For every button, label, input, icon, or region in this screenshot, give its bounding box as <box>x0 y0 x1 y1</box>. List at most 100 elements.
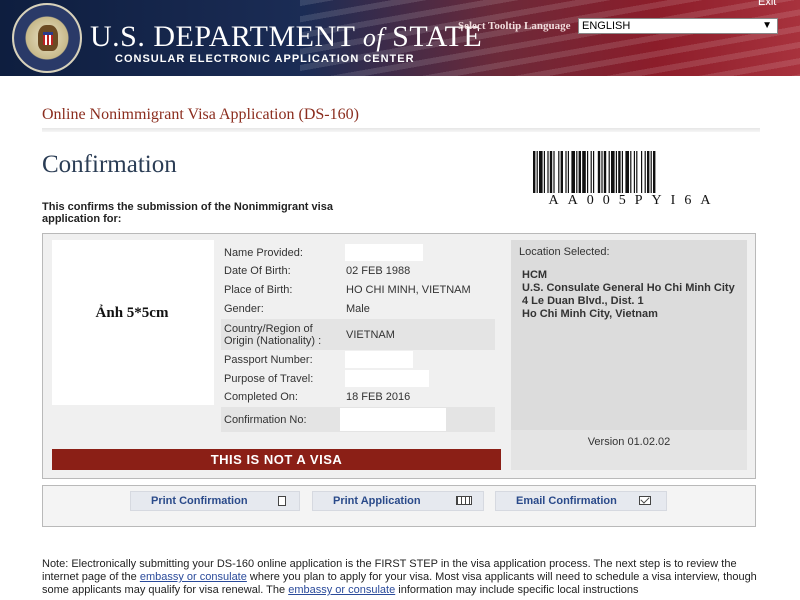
embassy-link[interactable]: embassy or consulate <box>288 584 395 596</box>
barcode-bar <box>565 151 567 193</box>
barcode-bar <box>567 151 569 193</box>
barcode-bar <box>560 151 563 193</box>
title-prefix: U.S. DEPARTMENT <box>90 20 355 53</box>
field-row-birthplace: Place of Birth: HO CHI MINH, VIETNAM <box>221 281 495 300</box>
site-header: U.S. DEPARTMENT of STATE CONSULAR ELECTR… <box>0 0 800 76</box>
field-label: Confirmation No: <box>224 414 307 426</box>
field-row-passport: Passport Number: <box>221 350 495 369</box>
department-seal-icon <box>12 3 82 73</box>
field-label: Name Provided: <box>224 247 303 259</box>
barcode-bar <box>630 151 632 193</box>
print-confirmation-button[interactable]: Print Confirmation <box>130 491 300 511</box>
barcode-bar <box>547 151 549 193</box>
field-value: 02 FEB 1988 <box>346 265 411 277</box>
button-label: Print Application <box>333 495 421 507</box>
application-title: Online Nonimmigrant Visa Application (DS… <box>42 106 359 123</box>
not-a-visa-banner: THIS IS NOT A VISA <box>52 449 501 470</box>
barcode-bar <box>539 151 543 193</box>
barcode-bar <box>641 151 643 193</box>
tooltip-language-label: Select Tooltip Language <box>458 20 571 32</box>
location-line: U.S. Consulate General Ho Chi Minh City <box>522 282 735 294</box>
redacted-passport <box>345 351 413 368</box>
field-value: 18 FEB 2016 <box>346 391 411 403</box>
barcode-bar <box>618 151 621 193</box>
barcode-bar <box>582 151 586 193</box>
photo-label: Ảnh 5*5cm <box>95 305 169 321</box>
field-label: Gender: <box>224 303 264 315</box>
barcode-bar <box>601 151 603 193</box>
field-value: Male <box>346 303 370 315</box>
field-row-completed: Completed On: 18 FEB 2016 <box>221 388 495 407</box>
barcode-bar <box>578 151 581 193</box>
barcode-bar <box>558 151 560 193</box>
redacted-confirmation-no <box>340 408 446 431</box>
button-label: Email Confirmation <box>516 495 617 507</box>
barcode-bar <box>603 151 607 193</box>
barcode-bar <box>571 151 575 193</box>
email-confirmation-button[interactable]: Email Confirmation <box>495 491 667 511</box>
department-title: U.S. DEPARTMENT of STATE <box>90 20 482 54</box>
field-row-confirmation-no: Confirmation No: <box>221 407 495 432</box>
barcode-bar <box>625 151 629 193</box>
title-divider <box>42 128 760 132</box>
barcode-graphic <box>533 151 656 193</box>
field-label: Purpose of Travel: <box>224 373 314 385</box>
barcode-bar <box>621 151 623 193</box>
barcode-bar <box>633 151 635 193</box>
redacted-purpose <box>345 370 429 387</box>
location-line: Ho Chi Minh City, Vietnam <box>522 308 658 320</box>
tooltip-language-select[interactable]: ENGLISH ▼ <box>578 18 778 34</box>
barcode-bar <box>576 151 578 193</box>
shield-shape <box>43 32 53 45</box>
barcode-bar <box>597 151 601 193</box>
center-subtitle: CONSULAR ELECTRONIC APPLICATION CENTER <box>115 53 415 65</box>
barcode-bar <box>615 151 617 193</box>
page-icon <box>278 496 286 506</box>
print-application-button[interactable]: Print Application <box>312 491 484 511</box>
field-value: VIETNAM <box>346 329 395 341</box>
page-title: Confirmation <box>42 151 177 178</box>
barcode-bar <box>553 151 555 193</box>
field-label: Completed On: <box>224 391 298 403</box>
barcode-bar <box>644 151 646 193</box>
embassy-link[interactable]: embassy or consulate <box>140 571 247 583</box>
applicant-info-table: Name Provided: Date Of Birth: 02 FEB 198… <box>221 243 495 432</box>
barcode-bar <box>533 151 536 193</box>
field-label: Date Of Birth: <box>224 265 291 277</box>
field-label: Place of Birth: <box>224 284 293 296</box>
barcode-bar <box>650 151 652 193</box>
barcode-bar <box>536 151 538 193</box>
barcode-bar <box>590 151 592 193</box>
barcode-bar <box>647 151 650 193</box>
field-row-purpose: Purpose of Travel: <box>221 369 495 388</box>
title-of: of <box>362 23 385 52</box>
language-value: ENGLISH <box>582 20 631 32</box>
field-row-dob: Date Of Birth: 02 FEB 1988 <box>221 262 495 281</box>
location-address: HCM U.S. Consulate General Ho Chi Minh C… <box>522 269 735 321</box>
barcode-bar <box>587 151 589 193</box>
barcode-bar <box>636 151 638 193</box>
field-row-gender: Gender: Male <box>221 300 495 319</box>
field-row-nationality: Country/Region of Origin (Nationality) :… <box>221 319 495 350</box>
book-icon <box>456 496 472 505</box>
location-panel: Location Selected: HCM U.S. Consulate Ge… <box>511 240 747 430</box>
barcode-bar <box>653 151 656 193</box>
exit-link[interactable]: Exit <box>758 0 776 8</box>
location-line: 4 Le Duan Blvd., Dist. 1 <box>522 295 644 307</box>
submission-note: Note: Electronically submitting your DS-… <box>42 558 762 597</box>
barcode-bar <box>611 151 615 193</box>
note-text: information may include specific local i… <box>395 584 639 596</box>
barcode-code: AA005PYI6A <box>548 193 720 208</box>
envelope-icon <box>639 496 651 505</box>
version-label: Version 01.02.02 <box>587 436 671 448</box>
barcode-bar <box>549 151 553 193</box>
field-label: Passport Number: <box>224 354 313 366</box>
barcode-bar <box>593 151 595 193</box>
field-label: Country/Region of Origin (Nationality) : <box>224 323 322 347</box>
dropdown-arrow-icon: ▼ <box>762 20 772 31</box>
location-heading: Location Selected: <box>519 246 610 258</box>
field-row-name: Name Provided: <box>221 243 495 262</box>
barcode-bar <box>543 151 545 193</box>
confirmation-intro: This confirms the submission of the Noni… <box>42 201 333 225</box>
barcode-bar <box>608 151 610 193</box>
